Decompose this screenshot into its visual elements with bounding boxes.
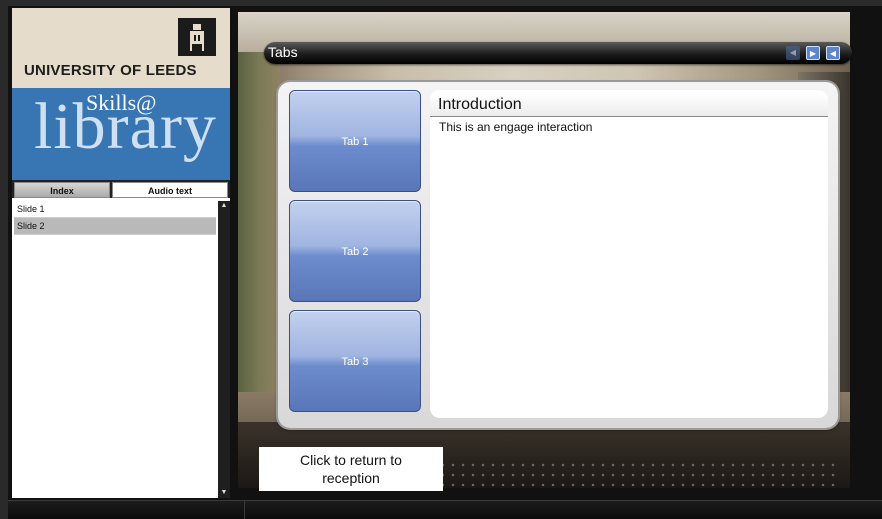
skills-library-logo: library Skills@ bbox=[12, 88, 230, 180]
university-logo: UNIVERSITY OF LEEDS bbox=[12, 8, 230, 88]
slide-title: Tabs bbox=[268, 44, 298, 60]
slide-list-scrollbar[interactable]: ▲ ▼ bbox=[218, 201, 230, 498]
tab-content-area: Introduction This is an engage interacti… bbox=[430, 90, 828, 418]
return-button-line-1: Click to return to bbox=[300, 452, 402, 468]
slide-item-1[interactable]: Slide 1 bbox=[14, 201, 216, 218]
brand-prefix: Skills@ bbox=[86, 90, 157, 115]
tabs-interaction-panel: Tab 1 Tab 2 Tab 3 Introduction This is a… bbox=[278, 82, 838, 428]
tab-1-button[interactable]: Tab 1 bbox=[289, 90, 421, 192]
slide-list: Slide 1 Slide 2 bbox=[14, 201, 216, 496]
return-button-line-2: reception bbox=[322, 470, 380, 486]
sidebar: UNIVERSITY OF LEEDS library Skills@ Inde… bbox=[12, 8, 230, 498]
tab-3-button[interactable]: Tab 3 bbox=[289, 310, 421, 412]
return-to-reception-button[interactable]: Click to return to reception bbox=[259, 447, 443, 491]
audio-icon[interactable]: ◀ bbox=[826, 46, 840, 60]
sidebar-tabs: Index Audio text bbox=[12, 180, 230, 198]
slide-item-2[interactable]: Slide 2 bbox=[14, 218, 216, 235]
tab-2-button[interactable]: Tab 2 bbox=[289, 200, 421, 302]
university-tower-icon bbox=[178, 18, 216, 56]
content-body: This is an engage interaction bbox=[439, 120, 593, 134]
background-desk-pattern bbox=[438, 460, 838, 488]
content-heading: Introduction bbox=[430, 94, 828, 117]
bottom-bar-divider bbox=[244, 501, 245, 519]
background-wall-left bbox=[238, 52, 280, 392]
tab-audio-text[interactable]: Audio text bbox=[112, 182, 228, 198]
university-name: UNIVERSITY OF LEEDS bbox=[24, 62, 197, 79]
scroll-down-icon[interactable]: ▼ bbox=[218, 488, 230, 498]
slide-title-bar: Tabs ◀ ▶ ◀ bbox=[264, 42, 852, 64]
scroll-up-icon[interactable]: ▲ bbox=[218, 201, 230, 211]
player-bottom-bar bbox=[8, 500, 882, 519]
previous-icon[interactable]: ◀ bbox=[786, 46, 800, 60]
next-icon[interactable]: ▶ bbox=[806, 46, 820, 60]
tab-index[interactable]: Index bbox=[14, 182, 110, 198]
